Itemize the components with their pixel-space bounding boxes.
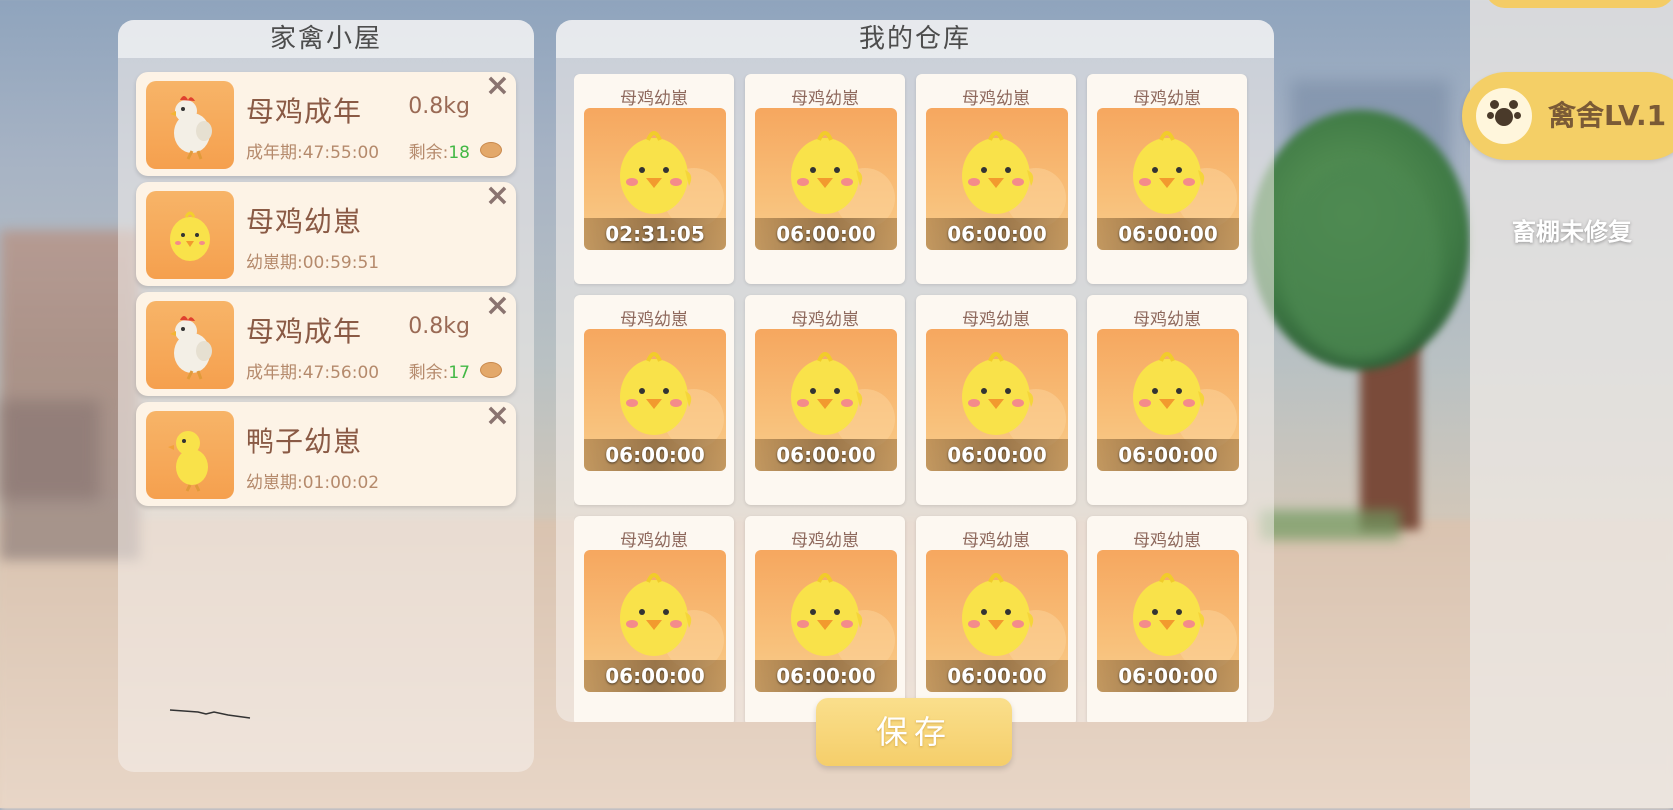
slot-timer: 06:00:00 (947, 222, 1047, 246)
chick-icon: 06:00:00 (584, 550, 726, 692)
slot-label: 母鸡幼崽 (791, 310, 859, 330)
slot-timer: 02:31:05 (605, 222, 705, 246)
slot-label: 母鸡幼崽 (620, 531, 688, 551)
shed-status-text: 畜棚未修复 (1512, 218, 1632, 246)
chick-icon: 02:31:05 (584, 108, 726, 250)
slot-timer: 06:00:00 (605, 664, 705, 688)
close-icon[interactable]: × (485, 68, 510, 103)
chick-icon: 06:00:00 (1097, 329, 1239, 471)
slot-timer: 06:00:00 (1118, 664, 1218, 688)
chick-icon: 06:00:00 (755, 108, 897, 250)
farm-item-name: 母鸡成年 (246, 315, 363, 348)
chick-icon: 06:00:00 (755, 329, 897, 471)
farm-item[interactable]: 母鸡成年 0.8kg 成年期:47:56:00 剩余:17 × (136, 288, 516, 396)
farm-item-time: 成年期:47:56:00 (246, 363, 380, 383)
poultry-house-title: 家禽小屋 (118, 20, 534, 58)
remain-label: 剩余: (408, 363, 449, 383)
scribble-mark (169, 709, 251, 719)
storage-slot[interactable]: 母鸡幼崽 06:00:00 (1087, 516, 1247, 722)
slot-label: 母鸡幼崽 (1133, 310, 1201, 330)
grass-backdrop (1260, 510, 1400, 540)
farm-item-time: 幼崽期:00:59:51 (246, 253, 380, 273)
farm-item[interactable]: 母鸡成年 0.8kg 成年期:47:55:00 剩余:18 × (136, 68, 516, 176)
slot-label: 母鸡幼崽 (1133, 89, 1201, 109)
slot-label: 母鸡幼崽 (1133, 531, 1201, 551)
hen-icon (146, 301, 234, 389)
storage-slot[interactable]: 母鸡幼崽 06:00:00 (1087, 74, 1247, 284)
slot-timer: 06:00:00 (1118, 443, 1218, 467)
chick-icon: 06:00:00 (1097, 108, 1239, 250)
poultry-house-panel: 家禽小屋 母鸡成年 0.8kg 成年期:47:55:00 剩余:18 × 母鸡幼… (118, 20, 534, 772)
storage-slot[interactable]: 母鸡幼崽 06:00:00 (745, 74, 905, 284)
farm-item[interactable]: 鸭子幼崽 幼崽期:01:00:02 × (136, 398, 516, 506)
save-button[interactable]: 保存 (816, 698, 1012, 766)
remain-label: 剩余: (408, 143, 449, 163)
storage-slot[interactable]: 母鸡幼崽 06:00:00 (1087, 295, 1247, 505)
top-tab[interactable] (1485, 0, 1673, 8)
egg-icon (480, 142, 502, 158)
farm-item-time: 幼崽期:01:00:02 (246, 473, 380, 493)
storage-slot[interactable]: 母鸡幼崽 06:00:00 (574, 516, 734, 722)
farm-item[interactable]: 母鸡幼崽 幼崽期:00:59:51 × (136, 178, 516, 286)
slot-label: 母鸡幼崽 (620, 310, 688, 330)
remain-count: 18 (448, 143, 470, 163)
storage-slot[interactable]: 母鸡幼崽 06:00:00 (745, 295, 905, 505)
storage-slot[interactable]: 母鸡幼崽 06:00:00 (916, 74, 1076, 284)
close-icon[interactable]: × (485, 178, 510, 213)
farm-item-name: 母鸡幼崽 (246, 205, 363, 238)
farm-item-name: 鸭子幼崽 (246, 425, 363, 458)
close-icon[interactable]: × (485, 288, 510, 323)
slot-label: 母鸡幼崽 (962, 310, 1030, 330)
house-door-backdrop (0, 400, 100, 500)
coop-level-label: 禽舍LV.1 (1548, 99, 1667, 132)
duckling-icon (146, 411, 234, 499)
chick-icon (146, 191, 234, 279)
storage-slot[interactable]: 母鸡幼崽 06:00:00 (574, 295, 734, 505)
storage-slot[interactable]: 母鸡幼崽 06:00:00 (916, 516, 1076, 722)
storage-slot[interactable]: 母鸡幼崽 06:00:00 (916, 295, 1076, 505)
chick-icon: 06:00:00 (926, 108, 1068, 250)
paw-icon (1476, 88, 1532, 144)
chick-icon: 06:00:00 (755, 550, 897, 692)
storage-grid: 母鸡幼崽 02:31:05 母鸡幼崽 06:00:00 母鸡幼崽 06:00:00 母鸡幼崽… (574, 74, 1256, 722)
storage-title: 我的仓库 (556, 20, 1274, 58)
slot-timer: 06:00:00 (947, 443, 1047, 467)
slot-label: 母鸡幼崽 (791, 89, 859, 109)
slot-timer: 06:00:00 (776, 664, 876, 688)
slot-timer: 06:00:00 (1118, 222, 1218, 246)
chick-icon: 06:00:00 (584, 329, 726, 471)
hen-icon (146, 81, 234, 169)
farm-item-remain: 剩余:18 (409, 138, 470, 163)
chick-icon: 06:00:00 (926, 329, 1068, 471)
remain-count: 17 (448, 363, 470, 383)
storage-slot[interactable]: 母鸡幼崽 02:31:05 (574, 74, 734, 284)
slot-timer: 06:00:00 (947, 664, 1047, 688)
egg-icon (480, 362, 502, 378)
farm-item-time: 成年期:47:55:00 (246, 143, 380, 163)
farm-item-weight: 0.8kg (408, 94, 470, 119)
coop-level-button[interactable]: 禽舍LV.1 (1462, 72, 1673, 160)
slot-label: 母鸡幼崽 (620, 89, 688, 109)
slot-label: 母鸡幼崽 (791, 531, 859, 551)
close-icon[interactable]: × (485, 398, 510, 433)
slot-label: 母鸡幼崽 (962, 531, 1030, 551)
tree-leaves-backdrop (1280, 160, 1440, 360)
slot-timer: 06:00:00 (776, 443, 876, 467)
slot-label: 母鸡幼崽 (962, 89, 1030, 109)
slot-timer: 06:00:00 (776, 222, 876, 246)
chick-icon: 06:00:00 (926, 550, 1068, 692)
slot-timer: 06:00:00 (605, 443, 705, 467)
storage-panel: 我的仓库 母鸡幼崽 02:31:05 母鸡幼崽 06:00:00 母鸡幼崽 06:00:0… (556, 20, 1274, 722)
chick-icon: 06:00:00 (1097, 550, 1239, 692)
farm-item-name: 母鸡成年 (246, 95, 363, 128)
farm-item-remain: 剩余:17 (409, 358, 470, 383)
farm-item-weight: 0.8kg (408, 314, 470, 339)
storage-slot[interactable]: 母鸡幼崽 06:00:00 (745, 516, 905, 722)
